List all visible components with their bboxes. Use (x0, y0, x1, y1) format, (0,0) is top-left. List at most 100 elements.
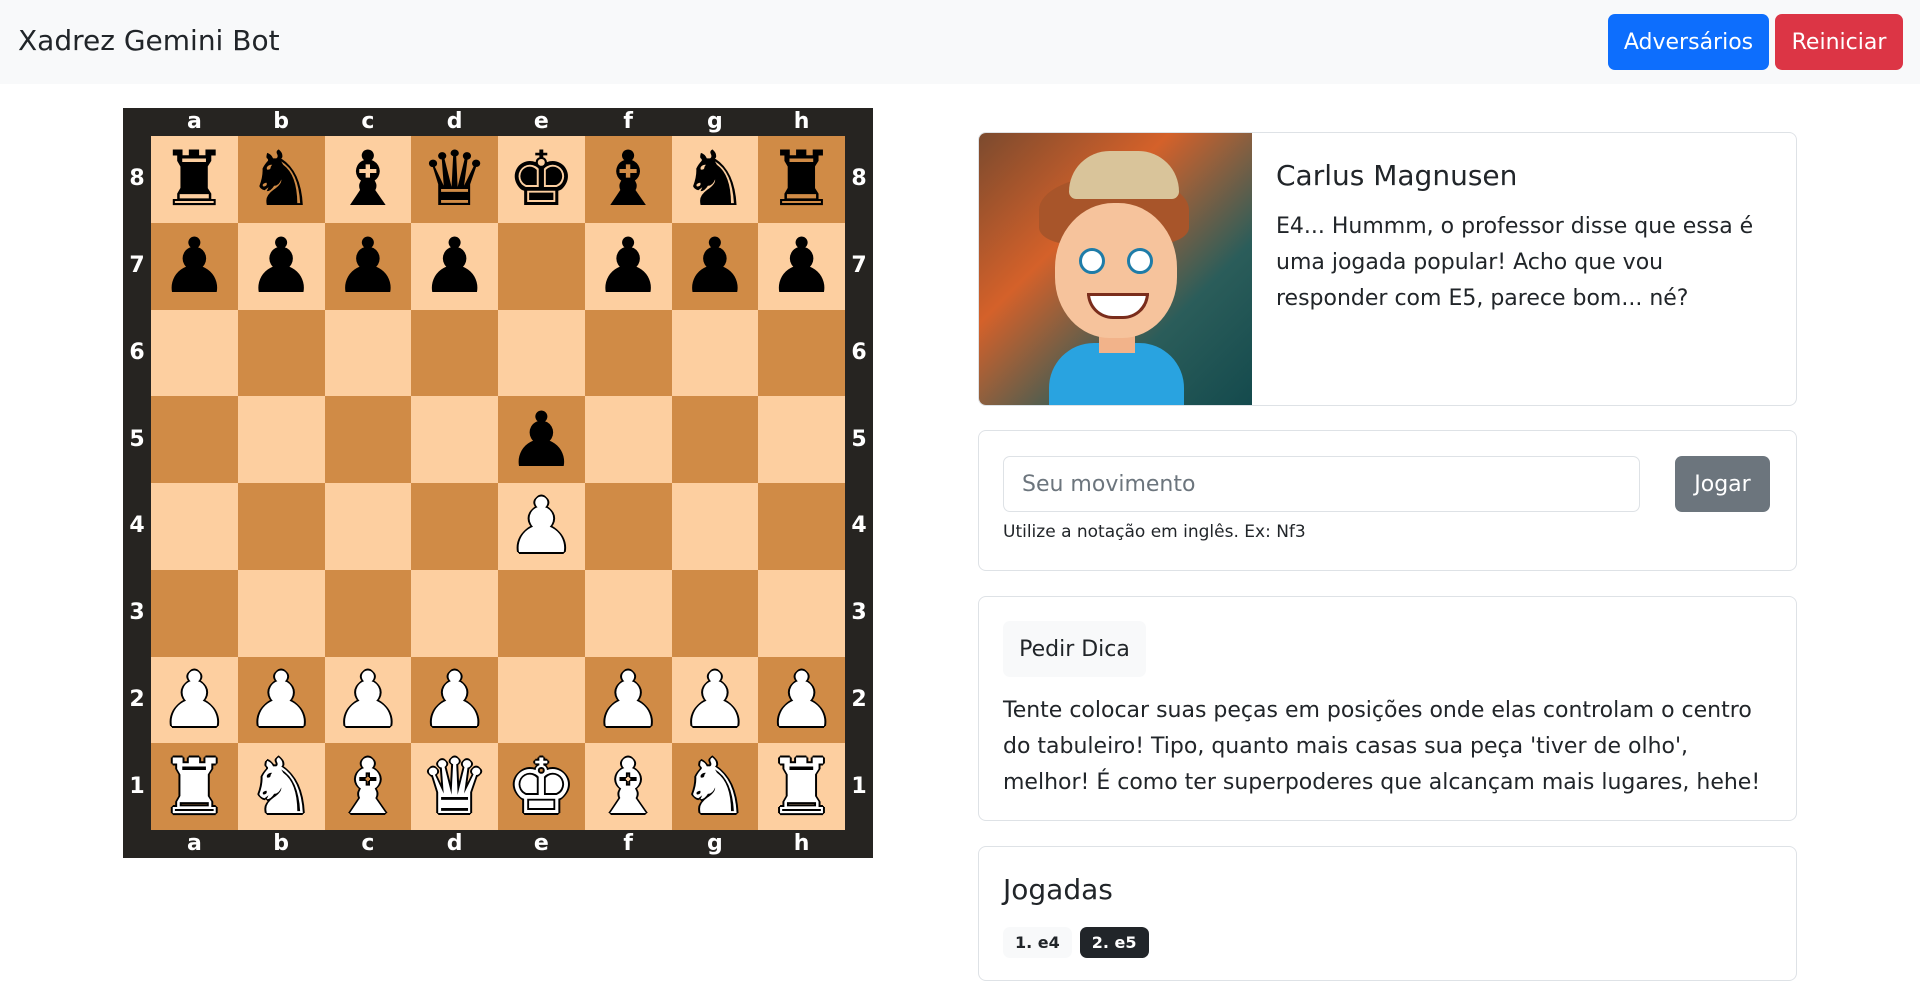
square-g8[interactable]: ♞ (671, 136, 759, 223)
square-a7[interactable]: ♟ (151, 222, 238, 310)
square-e6[interactable] (498, 309, 585, 397)
play-button[interactable]: Jogar (1675, 456, 1770, 512)
square-f1[interactable]: ♝ (584, 743, 672, 830)
square-d4[interactable] (411, 483, 498, 570)
square-g7[interactable]: ♟ (671, 222, 759, 310)
square-d6[interactable] (411, 309, 498, 397)
app-title[interactable]: Xadrez Gemini Bot (18, 24, 280, 57)
square-b7[interactable]: ♟ (237, 222, 325, 310)
white-pawn-icon[interactable]: ♟ (421, 661, 489, 738)
black-knight-icon[interactable]: ♞ (247, 141, 315, 217)
square-g4[interactable] (671, 483, 759, 570)
square-a8[interactable]: ♜ (151, 136, 238, 223)
white-pawn-icon[interactable]: ♟ (594, 661, 662, 738)
white-pawn-icon[interactable]: ♟ (160, 661, 228, 738)
black-pawn-icon[interactable]: ♟ (160, 228, 228, 304)
square-d8[interactable]: ♛ (411, 136, 498, 223)
square-d2[interactable]: ♟ (411, 656, 498, 744)
square-h3[interactable] (758, 569, 845, 657)
black-queen-icon[interactable]: ♛ (421, 141, 489, 217)
square-f3[interactable] (584, 569, 672, 657)
square-a1[interactable]: ♜ (151, 743, 238, 830)
square-b4[interactable] (237, 483, 325, 570)
black-pawn-icon[interactable]: ♟ (334, 228, 402, 304)
black-rook-icon[interactable]: ♜ (768, 141, 836, 217)
restart-button[interactable]: Reiniciar (1775, 14, 1903, 70)
square-g1[interactable]: ♞ (671, 743, 759, 830)
move-input[interactable] (1003, 456, 1640, 512)
square-d5[interactable] (411, 396, 498, 483)
white-pawn-icon[interactable]: ♟ (334, 661, 402, 738)
black-pawn-icon[interactable]: ♟ (421, 228, 489, 304)
square-f4[interactable] (584, 483, 672, 570)
move-badge[interactable]: 1. e4 (1003, 927, 1072, 958)
black-king-icon[interactable]: ♚ (507, 141, 575, 217)
square-e3[interactable] (498, 569, 585, 657)
square-h6[interactable] (758, 309, 845, 397)
square-e8[interactable]: ♚ (498, 136, 585, 223)
square-f7[interactable]: ♟ (584, 222, 672, 310)
square-h7[interactable]: ♟ (758, 222, 845, 310)
square-a2[interactable]: ♟ (151, 656, 238, 744)
white-knight-icon[interactable]: ♞ (247, 748, 315, 825)
square-c3[interactable] (324, 569, 412, 657)
square-c8[interactable]: ♝ (324, 136, 412, 223)
square-f8[interactable]: ♝ (584, 136, 672, 223)
square-g3[interactable] (671, 569, 759, 657)
black-knight-icon[interactable]: ♞ (681, 141, 749, 217)
square-h8[interactable]: ♜ (758, 136, 845, 223)
black-rook-icon[interactable]: ♜ (160, 141, 228, 217)
square-e7[interactable] (498, 222, 585, 310)
black-pawn-icon[interactable]: ♟ (507, 401, 575, 478)
square-c5[interactable] (324, 396, 412, 483)
square-b6[interactable] (237, 309, 325, 397)
white-pawn-icon[interactable]: ♟ (247, 661, 315, 738)
white-bishop-icon[interactable]: ♝ (594, 748, 662, 825)
black-pawn-icon[interactable]: ♟ (594, 228, 662, 304)
square-a3[interactable] (151, 569, 238, 657)
square-f5[interactable] (584, 396, 672, 483)
black-bishop-icon[interactable]: ♝ (334, 141, 402, 217)
square-a6[interactable] (151, 309, 238, 397)
black-pawn-icon[interactable]: ♟ (768, 228, 836, 304)
white-rook-icon[interactable]: ♜ (160, 748, 228, 825)
square-e2[interactable] (498, 656, 585, 744)
square-g6[interactable] (671, 309, 759, 397)
square-b3[interactable] (237, 569, 325, 657)
white-knight-icon[interactable]: ♞ (681, 748, 749, 825)
white-pawn-icon[interactable]: ♟ (507, 488, 575, 564)
square-h2[interactable]: ♟ (758, 656, 845, 744)
square-c1[interactable]: ♝ (324, 743, 412, 830)
white-king-icon[interactable]: ♚ (507, 748, 575, 825)
square-h4[interactable] (758, 483, 845, 570)
square-g5[interactable] (671, 396, 759, 483)
square-e5[interactable]: ♟ (498, 396, 585, 483)
white-pawn-icon[interactable]: ♟ (681, 661, 749, 738)
square-c6[interactable] (324, 309, 412, 397)
square-h1[interactable]: ♜ (758, 743, 845, 830)
square-e4[interactable]: ♟ (498, 483, 585, 570)
square-d7[interactable]: ♟ (411, 222, 498, 310)
square-b1[interactable]: ♞ (237, 743, 325, 830)
opponents-button[interactable]: Adversários (1608, 14, 1769, 70)
square-d1[interactable]: ♛ (411, 743, 498, 830)
black-bishop-icon[interactable]: ♝ (594, 141, 662, 217)
square-g2[interactable]: ♟ (671, 656, 759, 744)
white-bishop-icon[interactable]: ♝ (334, 748, 402, 825)
move-badge[interactable]: 2. e5 (1079, 927, 1149, 958)
square-c2[interactable]: ♟ (324, 656, 412, 744)
white-pawn-icon[interactable]: ♟ (768, 661, 836, 738)
square-d3[interactable] (411, 569, 498, 657)
black-pawn-icon[interactable]: ♟ (681, 228, 749, 304)
square-c7[interactable]: ♟ (324, 222, 412, 310)
square-h5[interactable] (758, 396, 845, 483)
ask-hint-button[interactable]: Pedir Dica (1003, 621, 1146, 677)
square-c4[interactable] (324, 483, 412, 570)
square-e1[interactable]: ♚ (498, 743, 585, 830)
white-queen-icon[interactable]: ♛ (421, 748, 489, 825)
white-rook-icon[interactable]: ♜ (768, 748, 836, 825)
square-f6[interactable] (584, 309, 672, 397)
square-f2[interactable]: ♟ (584, 656, 672, 744)
square-a4[interactable] (151, 483, 238, 570)
square-b8[interactable]: ♞ (237, 136, 325, 223)
